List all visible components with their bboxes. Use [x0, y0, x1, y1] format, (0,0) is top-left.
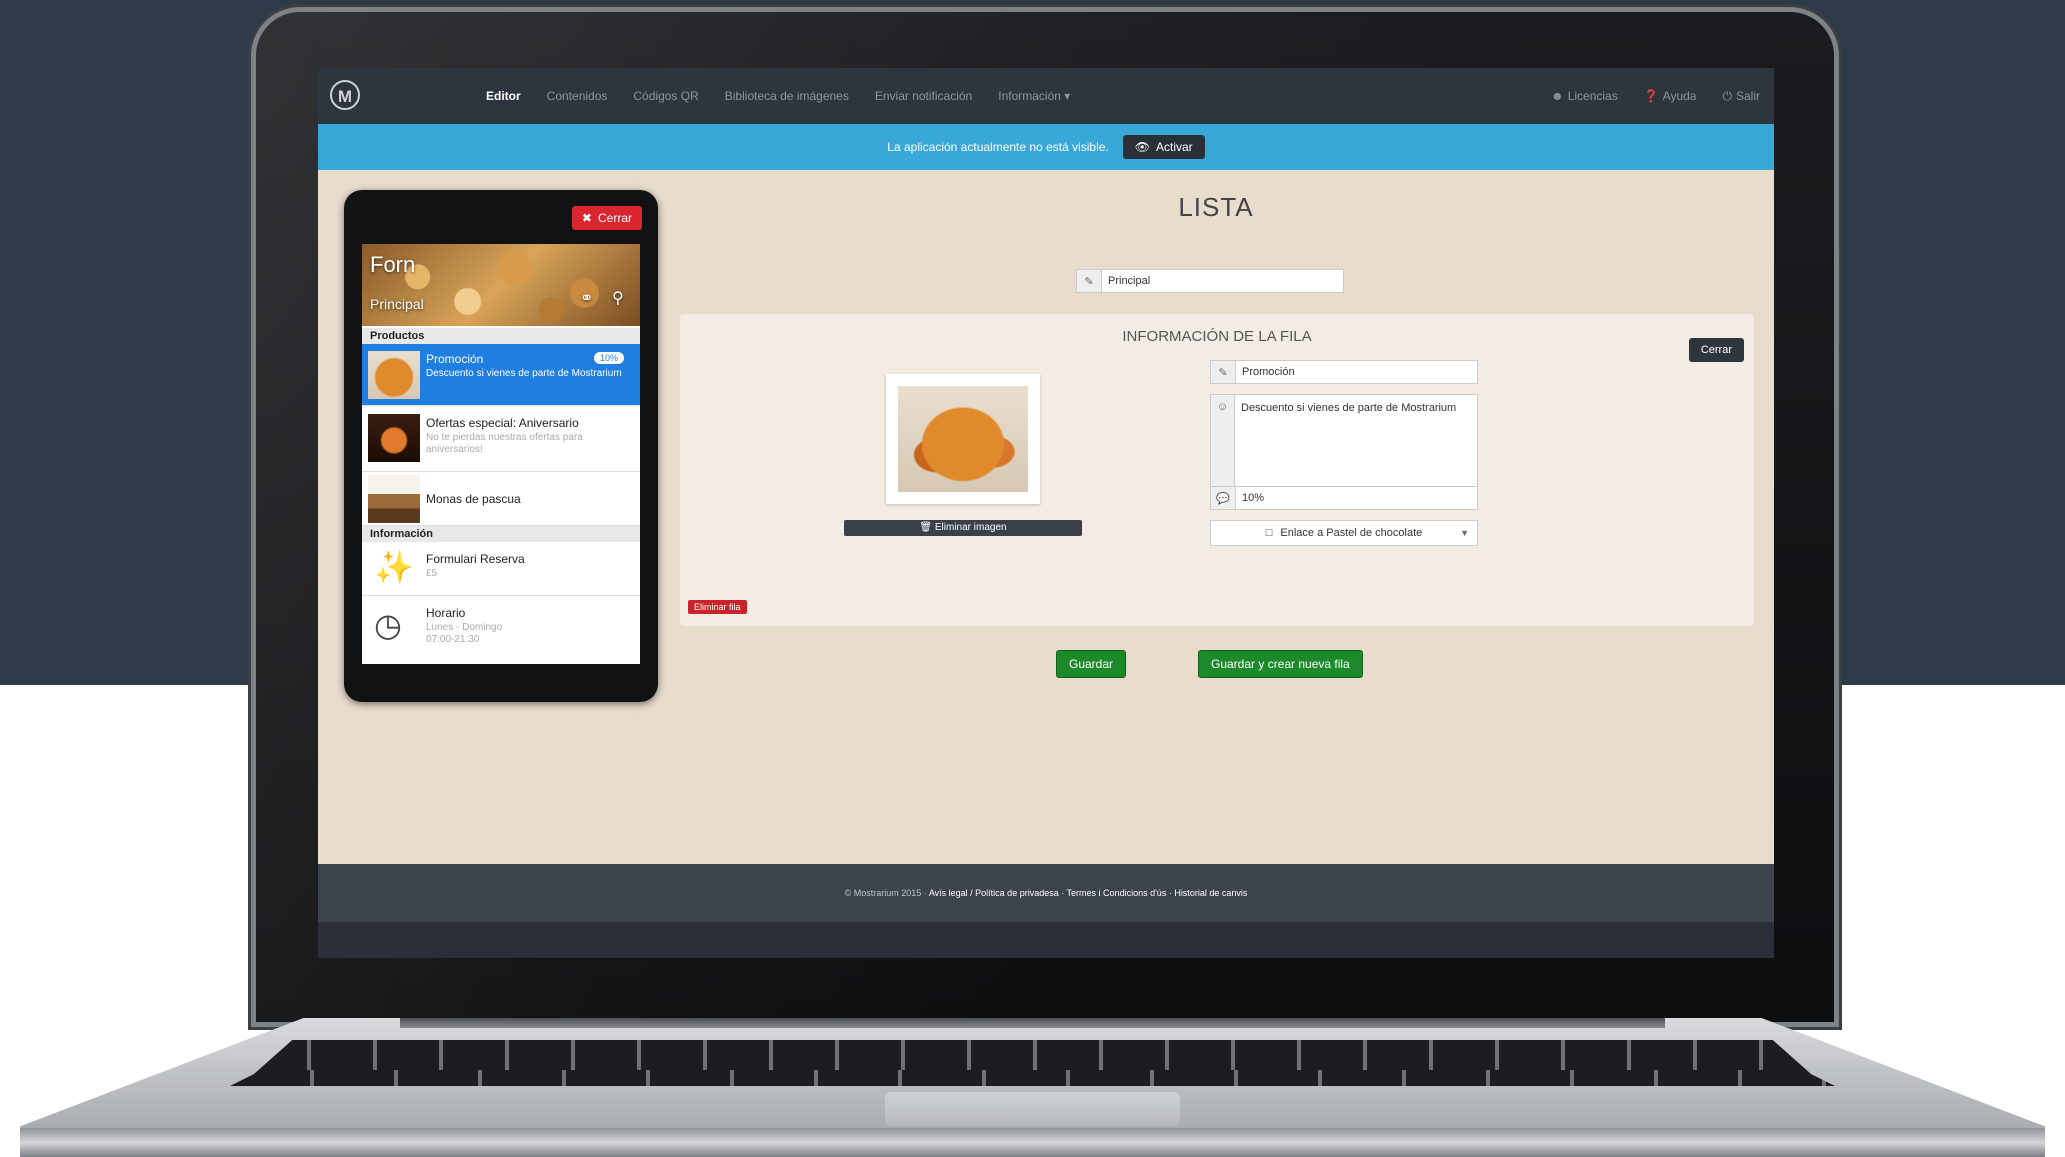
alert-text: La aplicación actualmente no está visibl… [887, 140, 1109, 154]
row-title: Ofertas especial: Aniversario [426, 416, 579, 430]
hero-title: Forn [370, 252, 416, 277]
footer-bottom [318, 922, 1774, 958]
row-badge-field[interactable]: 💬 10% [1210, 486, 1478, 510]
row-thumbnail [368, 351, 420, 399]
row-description-field[interactable]: ☺ Descuento si vienes de parte de Mostra… [1210, 394, 1478, 488]
trash-icon: 🗑 [919, 522, 933, 533]
list-item[interactable]: Monas de pascua [362, 472, 640, 526]
list-item[interactable]: ◷ Horario Lunes - Domingo 07:00-21:30 [362, 596, 640, 662]
close-circle-icon: ✖ [581, 211, 592, 225]
phone-screen: Forn Principal ⚭ ⚲ Productos Promoción D… [362, 244, 640, 664]
section-informacion: Información [362, 526, 640, 542]
nav-item-informacion[interactable]: Información ▾ [998, 89, 1070, 103]
row-title-field[interactable]: ✎ Promoción [1210, 360, 1478, 384]
save-and-new-button[interactable]: Guardar y crear nueva fila [1198, 650, 1363, 678]
remove-row-button[interactable]: Eliminar fila [688, 600, 747, 614]
nav-item-contenidos[interactable]: Contenidos [547, 89, 608, 103]
row-thumbnail [368, 414, 420, 462]
row-thumbnail [368, 475, 420, 523]
row-subtitle: £5 [426, 568, 438, 579]
nav-item-codigos-qr[interactable]: Códigos QR [633, 89, 698, 103]
row-title: Promoción [426, 352, 484, 366]
nav-ayuda[interactable]: ❓ Ayuda [1644, 89, 1697, 103]
list-item[interactable]: ✨ Formulari Reserva £5 [362, 542, 640, 596]
chevron-down-icon: ▼ [1460, 528, 1469, 538]
magic-wand-icon: ✨ [374, 549, 414, 585]
top-navbar: M Editor Contenidos Códigos QR Bibliotec… [318, 68, 1774, 124]
footer-text: © Mostrarium 2015 · Avís legal / Polític… [844, 888, 1248, 898]
list-name-field[interactable]: ✎ Principal [1076, 269, 1344, 293]
laptop-base-edge [20, 1128, 2045, 1157]
hero-image: Forn Principal ⚭ ⚲ [362, 244, 640, 326]
link-icon: □ [1265, 527, 1273, 539]
visibility-alert: La aplicación actualmente no está visibl… [318, 124, 1774, 170]
activate-button[interactable]: 👁 Activar [1122, 135, 1205, 159]
nav-right-menu: ☻ Licencias ❓ Ayuda ⏻ Salir [1551, 68, 1760, 124]
row-title: Monas de pascua [426, 492, 521, 506]
save-button[interactable]: Guardar [1056, 650, 1127, 678]
row-subtitle: Lunes - Domingo 07:00-21:30 [426, 622, 503, 645]
laptop-screen: M Editor Contenidos Códigos QR Bibliotec… [318, 68, 1774, 958]
app-logo[interactable]: M [330, 80, 360, 110]
row-image [886, 374, 1040, 504]
nav-menu: Editor Contenidos Códigos QR Biblioteca … [486, 68, 1070, 124]
nav-licencias[interactable]: ☻ Licencias [1551, 89, 1618, 103]
row-title: Formulari Reserva [426, 552, 525, 566]
hero-subtitle: Principal [370, 296, 424, 312]
comment-icon: 💬 [1211, 487, 1236, 509]
nav-item-biblioteca[interactable]: Biblioteca de imágenes [725, 89, 849, 103]
power-icon: ⏻ [1722, 88, 1732, 103]
share-icon[interactable]: ⚭ [580, 288, 593, 308]
list-item[interactable]: Promoción Descuento si vienes de parte d… [362, 344, 640, 406]
tag-icon: ✎ [1211, 361, 1236, 383]
map-pin-icon[interactable]: ⚲ [612, 288, 624, 308]
phone-close-button[interactable]: ✖ Cerrar [571, 206, 642, 230]
nav-item-editor[interactable]: Editor [486, 89, 521, 103]
row-title: Horario [426, 606, 466, 620]
nav-salir[interactable]: ⏻ Salir [1722, 89, 1760, 104]
section-productos: Productos [362, 328, 640, 344]
close-panel-button[interactable]: Cerrar [1688, 338, 1744, 362]
person-icon: ☺ [1211, 395, 1235, 487]
user-icon: ☻ [1551, 89, 1564, 103]
remove-image-button[interactable]: 🗑 Eliminar imagen [844, 520, 1082, 536]
row-info-panel: INFORMACIÓN DE LA FILA Cerrar 🗑 Eliminar… [680, 314, 1754, 626]
footer-links[interactable]: Avís legal / Política de privadesa · Ter… [929, 888, 1248, 898]
eye-icon: 👁 [1134, 140, 1150, 154]
panel-title: INFORMACIÓN DE LA FILA [1122, 328, 1312, 345]
row-subtitle: No te pierdas nuestras ofertas para aniv… [426, 432, 583, 455]
link-select[interactable]: □ Enlace a Pastel de chocolate ▼ [1210, 520, 1478, 546]
list-item[interactable]: Ofertas especial: Aniversario No te pier… [362, 406, 640, 472]
page-title: LISTA [1178, 192, 1254, 222]
row-badge: 10% [593, 352, 624, 364]
tag-icon: ✎ [1077, 270, 1102, 292]
row-subtitle: Descuento si vienes de parte de Mostrari… [426, 368, 622, 379]
laptop-hinge [400, 1018, 1665, 1028]
help-icon: ❓ [1643, 89, 1659, 103]
laptop-trackpad [885, 1092, 1180, 1126]
phone-preview: ✖ Cerrar Forn Principal ⚭ ⚲ Productos Pro… [344, 190, 658, 702]
nav-item-notificacion[interactable]: Enviar notificación [875, 89, 972, 103]
laptop-keyboard-row [230, 1070, 1835, 1086]
footer: © Mostrarium 2015 · Avís legal / Polític… [318, 864, 1774, 922]
clock-icon: ◷ [374, 607, 402, 643]
